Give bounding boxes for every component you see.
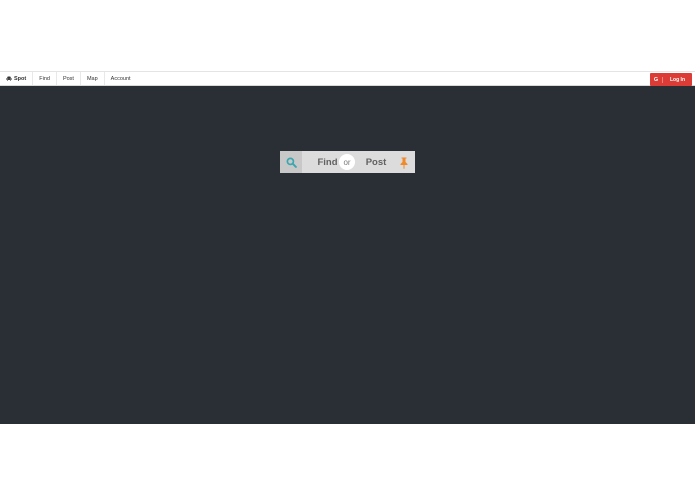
brand-label: Spot	[14, 75, 27, 82]
login-button[interactable]: G Log In	[650, 73, 692, 86]
pin-icon	[400, 156, 408, 174]
find-button[interactable]: Find	[280, 151, 347, 173]
or-divider: or	[339, 154, 355, 170]
search-icon	[280, 151, 302, 173]
hero-section	[0, 86, 695, 424]
nav-map[interactable]: Map	[81, 72, 105, 85]
brand-link[interactable]: Spot	[0, 72, 34, 85]
post-button[interactable]: Post	[347, 151, 415, 173]
nav-find[interactable]: Find	[33, 72, 57, 85]
nav-find-label: Find	[39, 75, 50, 82]
car-icon	[6, 76, 12, 81]
google-icon: G	[650, 76, 663, 83]
nav-account[interactable]: Account	[105, 72, 137, 85]
top-navbar: Spot Find Post Map Account G Log In	[0, 71, 695, 86]
nav-post-label: Post	[62, 75, 74, 82]
nav-post[interactable]: Post	[57, 72, 81, 85]
nav-map-label: Map	[86, 75, 98, 82]
nav-account-label: Account	[110, 75, 131, 82]
login-label: Log In	[670, 76, 685, 83]
